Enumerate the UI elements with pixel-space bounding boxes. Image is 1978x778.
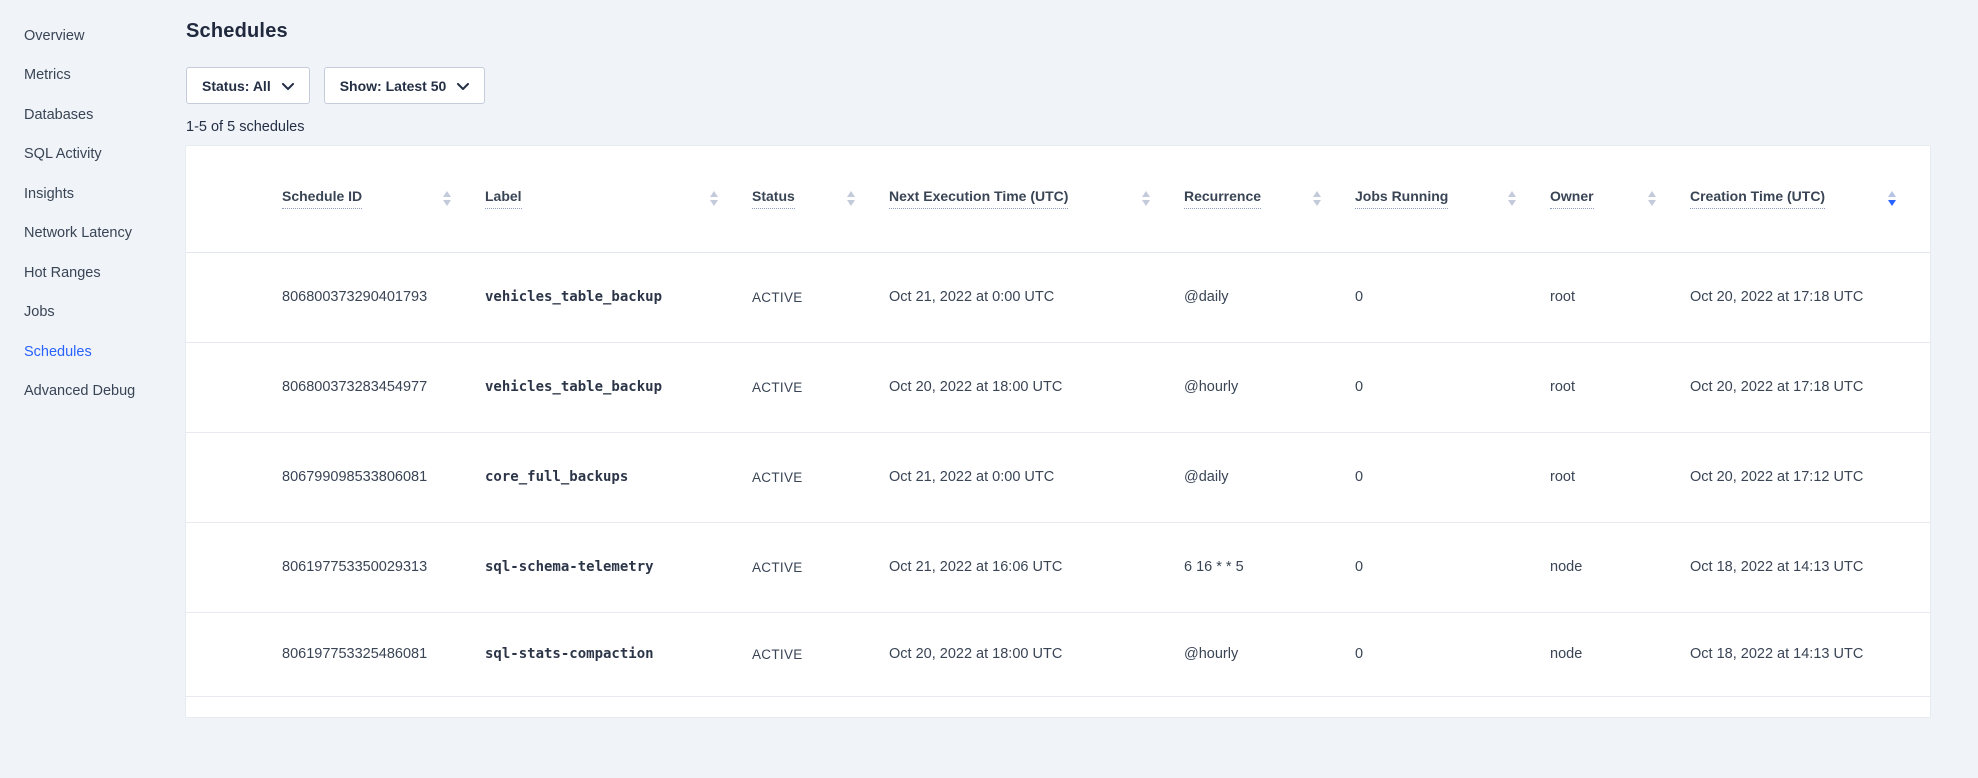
owner-cell: node bbox=[1550, 612, 1690, 696]
table-row: 806197753350029313 sql-schema-telemetry … bbox=[186, 522, 1930, 612]
column-header-jobs-running[interactable]: Jobs Running bbox=[1355, 146, 1550, 252]
sort-icon bbox=[1648, 191, 1656, 206]
sidebar-item-network-latency[interactable]: Network Latency bbox=[24, 214, 186, 254]
status-cell: ACTIVE bbox=[752, 252, 889, 342]
column-header-creation-time[interactable]: Creation Time (UTC) bbox=[1690, 146, 1930, 252]
owner-cell: root bbox=[1550, 252, 1690, 342]
column-header-schedule-id[interactable]: Schedule ID bbox=[186, 146, 485, 252]
sidebar-item-insights[interactable]: Insights bbox=[24, 174, 186, 214]
next-execution-cell: Oct 20, 2022 at 18:00 UTC bbox=[889, 612, 1184, 696]
label-cell: sql-schema-telemetry bbox=[485, 522, 752, 612]
column-header-owner[interactable]: Owner bbox=[1550, 146, 1690, 252]
jobs-running-cell: 0 bbox=[1355, 612, 1550, 696]
sort-icon bbox=[1508, 191, 1516, 206]
creation-time-cell: Oct 20, 2022 at 17:18 UTC bbox=[1690, 342, 1930, 432]
column-header-next-execution-time[interactable]: Next Execution Time (UTC) bbox=[889, 146, 1184, 252]
recurrence-cell: 6 16 * * 5 bbox=[1184, 522, 1355, 612]
column-header-label[interactable]: Label bbox=[485, 146, 752, 252]
sidebar-item-advanced-debug[interactable]: Advanced Debug bbox=[24, 372, 186, 412]
jobs-running-cell: 0 bbox=[1355, 342, 1550, 432]
creation-time-cell: Oct 20, 2022 at 17:12 UTC bbox=[1690, 432, 1930, 522]
schedule-id-cell: 806799098533806081 bbox=[186, 432, 485, 522]
sidebar-item-databases[interactable]: Databases bbox=[24, 95, 186, 135]
sort-icon bbox=[1313, 191, 1321, 206]
jobs-running-cell: 0 bbox=[1355, 252, 1550, 342]
sort-desc-icon bbox=[1888, 191, 1896, 206]
sort-icon bbox=[710, 191, 718, 206]
next-execution-cell: Oct 20, 2022 at 18:00 UTC bbox=[889, 342, 1184, 432]
column-header-status[interactable]: Status bbox=[752, 146, 889, 252]
label-cell: vehicles_table_backup bbox=[485, 252, 752, 342]
sidebar-item-overview[interactable]: Overview bbox=[24, 16, 186, 56]
results-count: 1-5 of 5 schedules bbox=[186, 119, 305, 135]
next-execution-cell: Oct 21, 2022 at 0:00 UTC bbox=[889, 432, 1184, 522]
status-cell: ACTIVE bbox=[752, 522, 889, 612]
jobs-running-cell: 0 bbox=[1355, 522, 1550, 612]
label-cell: core_full_backups bbox=[485, 432, 752, 522]
next-execution-cell: Oct 21, 2022 at 16:06 UTC bbox=[889, 522, 1184, 612]
status-cell: ACTIVE bbox=[752, 432, 889, 522]
recurrence-cell: @hourly bbox=[1184, 612, 1355, 696]
sidebar-item-schedules[interactable]: Schedules bbox=[24, 332, 186, 372]
show-filter-dropdown[interactable]: Show: Latest 50 bbox=[324, 67, 486, 104]
column-header-recurrence[interactable]: Recurrence bbox=[1184, 146, 1355, 252]
schedule-id-cell: 806197753350029313 bbox=[186, 522, 485, 612]
creation-time-cell: Oct 18, 2022 at 14:13 UTC bbox=[1690, 612, 1930, 696]
status-cell: ACTIVE bbox=[752, 612, 889, 696]
owner-cell: node bbox=[1550, 522, 1690, 612]
status-filter-label: Status: All bbox=[202, 78, 271, 94]
status-cell: ACTIVE bbox=[752, 342, 889, 432]
chevron-down-icon bbox=[457, 83, 469, 91]
table-row: 806800373290401793 vehicles_table_backup… bbox=[186, 252, 1930, 342]
sidebar-item-sql-activity[interactable]: SQL Activity bbox=[24, 135, 186, 175]
jobs-running-cell: 0 bbox=[1355, 432, 1550, 522]
label-cell: sql-stats-compaction bbox=[485, 612, 752, 696]
recurrence-cell: @hourly bbox=[1184, 342, 1355, 432]
sort-icon bbox=[443, 191, 451, 206]
sidebar-item-hot-ranges[interactable]: Hot Ranges bbox=[24, 253, 186, 293]
sort-icon bbox=[847, 191, 855, 206]
recurrence-cell: @daily bbox=[1184, 432, 1355, 522]
creation-time-cell: Oct 18, 2022 at 14:13 UTC bbox=[1690, 522, 1930, 612]
filter-bar: Status: All Show: Latest 50 bbox=[186, 67, 485, 104]
schedule-id-cell: 806800373290401793 bbox=[186, 252, 485, 342]
sidebar-item-jobs[interactable]: Jobs bbox=[24, 293, 186, 333]
schedules-table-card: Schedule ID Label Status Next Execution … bbox=[186, 146, 1930, 717]
owner-cell: root bbox=[1550, 342, 1690, 432]
schedule-id-cell: 806197753325486081 bbox=[186, 612, 485, 696]
page-title: Schedules bbox=[186, 20, 288, 43]
status-filter-dropdown[interactable]: Status: All bbox=[186, 67, 310, 104]
next-execution-cell: Oct 21, 2022 at 0:00 UTC bbox=[889, 252, 1184, 342]
schedules-table: Schedule ID Label Status Next Execution … bbox=[186, 146, 1930, 697]
table-row: 806800373283454977 vehicles_table_backup… bbox=[186, 342, 1930, 432]
chevron-down-icon bbox=[282, 83, 294, 91]
owner-cell: root bbox=[1550, 432, 1690, 522]
table-row: 806197753325486081 sql-stats-compaction … bbox=[186, 612, 1930, 696]
show-filter-label: Show: Latest 50 bbox=[340, 78, 447, 94]
table-row: 806799098533806081 core_full_backups ACT… bbox=[186, 432, 1930, 522]
table-header-row: Schedule ID Label Status Next Execution … bbox=[186, 146, 1930, 252]
sidebar-item-metrics[interactable]: Metrics bbox=[24, 56, 186, 96]
schedule-id-cell: 806800373283454977 bbox=[186, 342, 485, 432]
sidebar: Overview Metrics Databases SQL Activity … bbox=[0, 0, 186, 778]
sort-icon bbox=[1142, 191, 1150, 206]
recurrence-cell: @daily bbox=[1184, 252, 1355, 342]
label-cell: vehicles_table_backup bbox=[485, 342, 752, 432]
creation-time-cell: Oct 20, 2022 at 17:18 UTC bbox=[1690, 252, 1930, 342]
